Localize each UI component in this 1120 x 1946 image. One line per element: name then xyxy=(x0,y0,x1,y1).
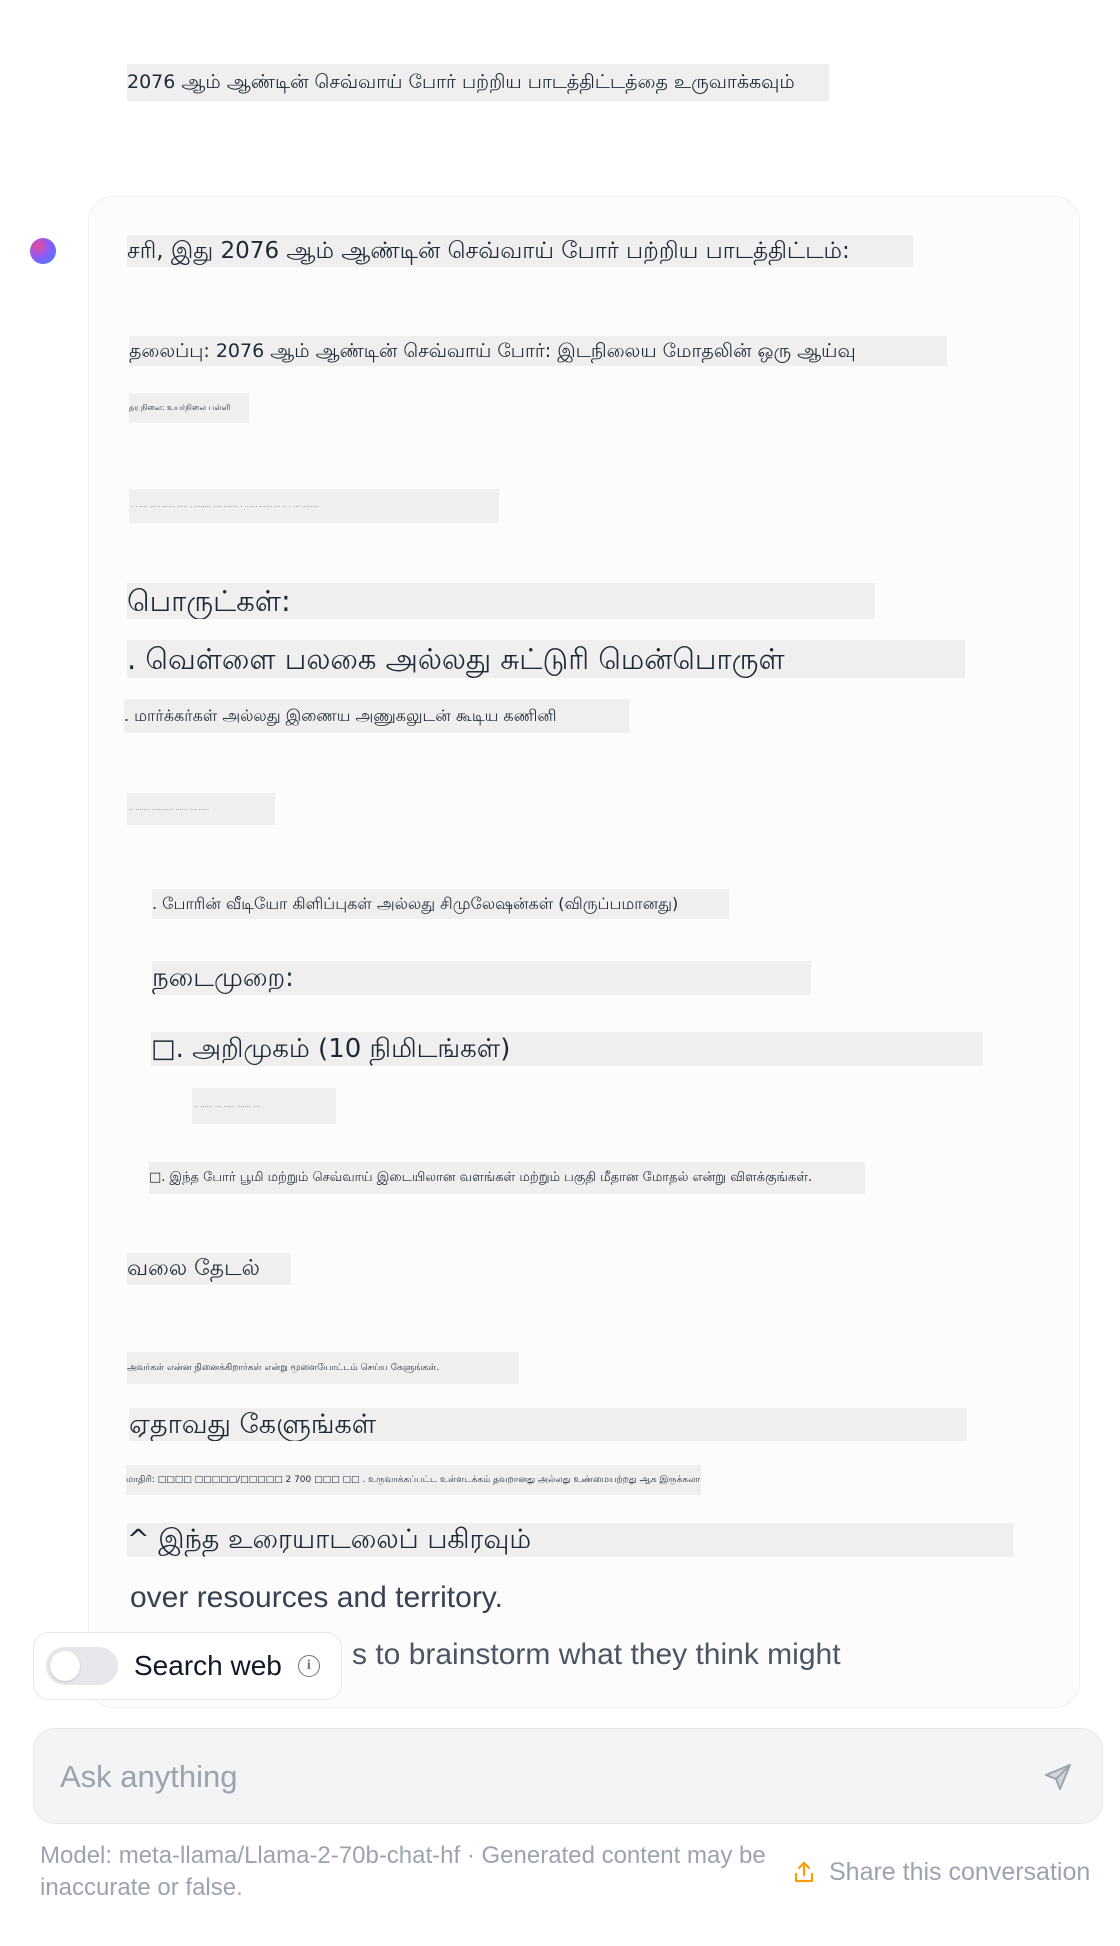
material-item-computer: . மார்க்கர்கள் அல்லது இணைய அணுகலுடன் கூட… xyxy=(124,699,629,733)
materials-heading: பொருட்கள்: xyxy=(127,583,875,619)
procedure-substep-garbled: .. ...... ... ..... ....... ... xyxy=(192,1088,336,1124)
grade-level-line: தர நிலை: உயர்நிலை பள்ளி xyxy=(129,393,249,423)
search-web-switch[interactable] xyxy=(46,1647,118,1685)
ask-anything-tamil: ஏதாவது கேளுங்கள் xyxy=(129,1408,967,1441)
material-item-garbled: .. ....... .......... ...... ... ..... xyxy=(127,793,275,825)
english-resources-line: over resources and territory. xyxy=(130,1581,503,1614)
send-button[interactable] xyxy=(1036,1755,1080,1799)
model-disclaimer-tamil: மாதிரி: □□□□ □□□□□/□□□□□ 2 700 □□□ □□ . … xyxy=(126,1465,701,1495)
english-brainstorm-line: s to brainstorm what they think might xyxy=(352,1638,841,1671)
upload-share-icon xyxy=(793,1860,815,1884)
objective-line-garbled: . . .... ..... ...... ..... . ........ .… xyxy=(129,489,499,523)
web-search-tamil: வலை தேடல் xyxy=(127,1253,291,1285)
chat-input-container xyxy=(33,1728,1103,1825)
brainstorm-line: அவர்கள் என்ன நினைக்கிறார்கள் என்று மூளைய… xyxy=(127,1352,519,1384)
search-web-toggle[interactable]: Search web i xyxy=(33,1632,342,1700)
assistant-message-card: சரி, இது 2076 ஆம் ஆண்டின் செவ்வாய் போர் … xyxy=(88,196,1080,1708)
model-disclaimer: Model: meta-llama/Llama-2-70b-chat-hf · … xyxy=(40,1842,766,1901)
user-message: 2076 ஆம் ஆண்டின் செவ்வாய் போர் பற்றிய பா… xyxy=(127,64,829,101)
assistant-avatar xyxy=(30,238,56,264)
share-conversation-link[interactable]: Share this conversation xyxy=(793,1855,1090,1889)
chat-input[interactable] xyxy=(58,1729,1022,1825)
send-icon xyxy=(1045,1764,1071,1790)
search-web-label: Search web xyxy=(134,1650,282,1681)
switch-knob xyxy=(50,1651,80,1681)
explain-conflict-line: □. இந்த போர் பூமி மற்றும் செவ்வாய் இடையி… xyxy=(149,1162,865,1194)
procedure-heading: நடைமுறை: xyxy=(152,961,811,995)
material-item-whiteboard: . வெள்ளை பலகை அல்லது சுட்டுரி மென்பொருள் xyxy=(127,640,965,678)
info-icon[interactable]: i xyxy=(297,1655,320,1677)
procedure-step-introduction: □. அறிமுகம் (10 நிமிடங்கள்) xyxy=(151,1032,983,1066)
share-conversation-tamil: ^ இந்த உரையாடலைப் பகிரவும் xyxy=(127,1523,1013,1557)
assistant-intro: சரி, இது 2076 ஆம் ஆண்டின் செவ்வாய் போர் … xyxy=(127,235,913,267)
share-conversation-label: Share this conversation xyxy=(829,1857,1091,1886)
lesson-title-line: தலைப்பு: 2076 ஆம் ஆண்டின் செவ்வாய் போர்:… xyxy=(129,336,947,366)
material-item-video: . போரின் வீடியோ கிளிப்புகள் அல்லது சிமுல… xyxy=(152,889,729,919)
